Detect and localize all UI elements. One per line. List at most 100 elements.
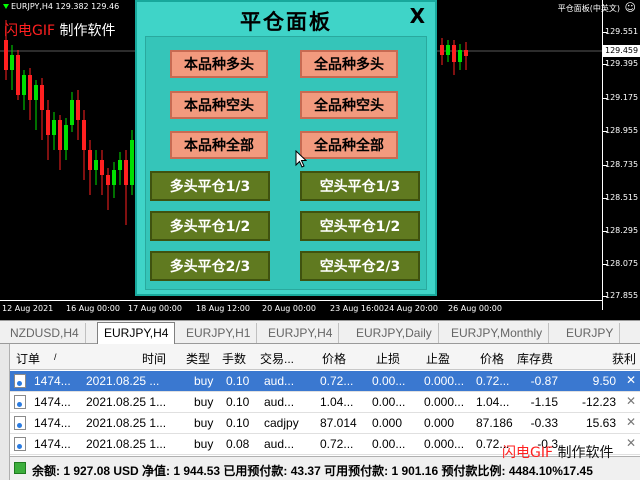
candle-body (10, 55, 14, 70)
cell-profit: -12.23 (581, 395, 616, 409)
close-order-icon[interactable]: ✕ (626, 415, 636, 429)
cell-order: 1474... (34, 374, 71, 388)
close-all-buy-button[interactable]: 全品种多头 (300, 50, 398, 78)
cell-type: buy (194, 416, 214, 430)
close-symbol-all-button[interactable]: 本品种全部 (170, 131, 268, 159)
cell-profit: 15.63 (585, 416, 616, 430)
candle-body (82, 120, 86, 150)
close-symbol-buy-button[interactable]: 本品种多头 (170, 50, 268, 78)
tab-eurjpy-h1[interactable]: EURJPY,H1 (180, 323, 258, 343)
col-price[interactable]: 价格 (322, 350, 346, 367)
terminal-side-strip[interactable] (0, 344, 10, 480)
close-all-sell-button[interactable]: 全品种空头 (300, 91, 398, 119)
col-sl[interactable]: 止损 (376, 350, 400, 367)
close-icon[interactable]: X (410, 4, 425, 28)
cell-symbol: aud... (264, 437, 295, 451)
tab-eurjpy-daily[interactable]: EURJPY,Daily (350, 323, 439, 343)
candle-body (4, 40, 8, 70)
candle-body (16, 55, 20, 95)
table-header: 订单 / 时间 类型 手数 交易... 价格 止损 止盈 价格 库存费 获利 (10, 344, 640, 370)
close-buy-third-button[interactable]: 多头平仓1/3 (150, 171, 270, 201)
cell-symbol: cadjpy (264, 416, 299, 430)
cell-cur: 1.04... (476, 395, 510, 409)
table-row[interactable]: 1474... 2021.08.25 1... buy 0.10 aud... 1.04.… (10, 392, 640, 413)
cell-profit: 9.50 (592, 374, 616, 388)
close-symbol-sell-button[interactable]: 本品种空头 (170, 91, 268, 119)
chart-tab-bar: NZDUSD,H4 EURJPY,H4 EURJPY,H1 EURJPY,H4 EURJ… (0, 320, 640, 344)
tab-eurjpy-h4[interactable]: EURJPY,H4 (97, 322, 176, 344)
close-buy-twothirds-button[interactable]: 多头平仓2/3 (150, 251, 270, 281)
candle-body (22, 75, 26, 95)
col-type[interactable]: 类型 (186, 350, 210, 367)
candle-body (46, 110, 50, 135)
cell-lots: 0.08 (226, 437, 250, 451)
candle-body (464, 50, 468, 56)
close-order-icon[interactable]: ✕ (626, 373, 636, 387)
candle-body (118, 160, 122, 170)
close-sell-half-button[interactable]: 空头平仓1/2 (300, 211, 420, 241)
close-order-icon[interactable]: ✕ (626, 394, 636, 408)
cell-symbol: aud... (264, 395, 295, 409)
panel-header[interactable]: 平仓面板 X (137, 2, 435, 34)
tab-eurjpy[interactable]: EURJPY (560, 323, 621, 343)
price-label: 129.551 (605, 27, 639, 36)
close-position-panel: 平仓面板 X 本品种多头 全品种多头 本品种空头 全品种空头 本品种全部 全品种… (135, 0, 437, 296)
candle-body (112, 170, 116, 185)
price-label: 128.955 (605, 126, 639, 135)
table-row[interactable]: 1474... 2021.08.25 1... buy 0.10 cadjpy 87.01… (10, 413, 640, 434)
close-buy-half-button[interactable]: 多头平仓1/2 (150, 211, 270, 241)
chart-title: EURJPY,H4 129.382 129.46 (3, 2, 119, 11)
tab-nzdusd-h4[interactable]: NZDUSD,H4 (4, 323, 86, 343)
cell-sl: 0.00... (372, 437, 406, 451)
tab-eurjpy-h4[interactable]: EURJPY,H4 (262, 323, 340, 343)
candle-body (130, 140, 134, 185)
col-time[interactable]: 时间 (142, 350, 166, 367)
candle-body (88, 150, 92, 170)
candle-body (76, 100, 80, 120)
mouse-cursor-icon (295, 150, 307, 168)
close-sell-third-button[interactable]: 空头平仓1/3 (300, 171, 420, 201)
order-icon (14, 395, 26, 409)
close-all-all-button[interactable]: 全品种全部 (300, 131, 398, 159)
price-label: 128.295 (605, 226, 639, 235)
watermark: 闪电GIF 制作软件 (4, 23, 116, 39)
candle-body (52, 120, 56, 135)
sort-indicator: / (54, 352, 57, 362)
col-lots[interactable]: 手数 (222, 350, 246, 367)
price-label: 129.175 (605, 93, 639, 102)
cell-type: buy (194, 437, 214, 451)
tab-eurjpy-monthly[interactable]: EURJPY,Monthly (445, 323, 550, 343)
table-row[interactable]: 1474... 2021.08.25 ... buy 0.10 aud... 0.72..… (10, 371, 640, 392)
candle-body (34, 85, 38, 100)
cell-lots: 0.10 (226, 395, 250, 409)
candle-body (94, 160, 98, 170)
col-cur-price[interactable]: 价格 (480, 350, 504, 367)
close-order-icon[interactable]: ✕ (626, 436, 636, 450)
close-sell-twothirds-button[interactable]: 空头平仓2/3 (300, 251, 420, 281)
col-order[interactable]: 订单 (16, 350, 40, 367)
time-label: 26 Aug 00:00 (448, 304, 502, 313)
panel-body: 本品种多头 全品种多头 本品种空头 全品种空头 本品种全部 全品种全部 多头平仓… (145, 36, 427, 290)
cell-tp: 0.000... (424, 395, 465, 409)
price-label: 128.735 (605, 160, 639, 169)
candle-body (70, 100, 74, 125)
order-icon (14, 437, 26, 451)
cell-cur: 0.72... (476, 374, 510, 388)
col-profit[interactable]: 获利 (612, 350, 636, 367)
price-label: 129.395 (605, 59, 639, 68)
price-axis: 129.551 129.459 129.395 129.175 128.955 … (602, 0, 640, 310)
col-tp[interactable]: 止盈 (426, 350, 450, 367)
cell-sl: 0.000 (372, 416, 403, 430)
cell-time: 2021.08.25 1... (86, 437, 167, 451)
time-label: 12 Aug 2021 (2, 304, 54, 313)
cell-price: 87.014 (320, 416, 357, 430)
candle-body (58, 120, 62, 150)
candle-body (446, 45, 450, 55)
cell-sl: 0.00... (372, 395, 406, 409)
cell-time: 2021.08.25 1... (86, 395, 167, 409)
col-symbol[interactable]: 交易... (260, 350, 294, 367)
cell-price: 0.72... (320, 437, 354, 451)
watermark-bottom: 闪电GIF 制作软件 (502, 445, 614, 461)
balance-icon (14, 462, 26, 474)
col-swap[interactable]: 库存费 (517, 350, 553, 367)
